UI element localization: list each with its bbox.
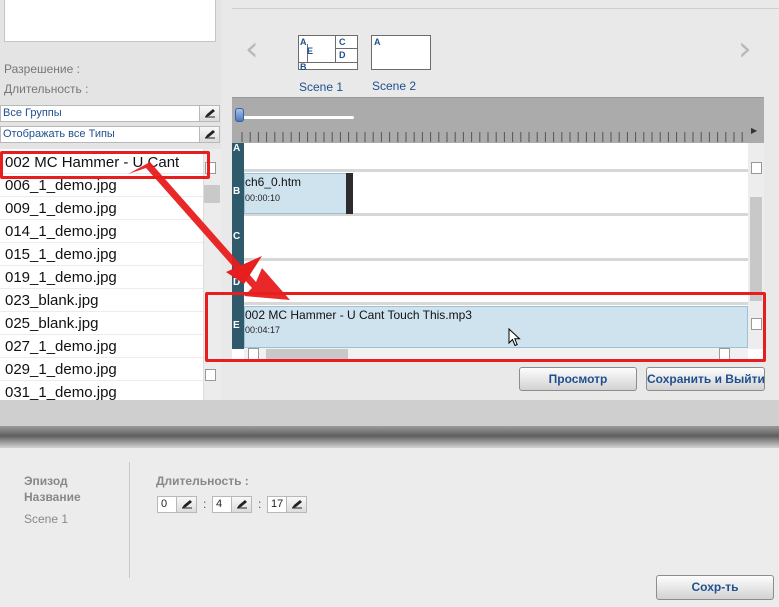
duration-seconds-input[interactable]: 17 <box>267 496 307 513</box>
minutes-edit-button[interactable] <box>231 497 251 512</box>
timeline-clip[interactable]: ch6_0.htm 00:00:10 <box>244 173 348 214</box>
seconds-edit-button[interactable] <box>286 497 306 512</box>
file-list-item[interactable]: 027_1_demo.jpg <box>0 335 203 358</box>
episode-label: Эпизод <box>24 474 68 488</box>
track-label: C <box>233 231 241 242</box>
file-list-item[interactable]: 023_blank.jpg <box>0 289 203 312</box>
pencil-icon <box>182 500 192 509</box>
clip-duration: 00:00:10 <box>245 193 281 203</box>
media-file-list[interactable]: 002 MC Hammer - U Cant 006_1_demo.jpg 00… <box>0 149 203 400</box>
preview-button[interactable]: Просмотр <box>519 367 637 391</box>
scene-2-label[interactable]: Scene 2 <box>372 79 416 93</box>
clip-title: ch6_0.htm <box>245 175 302 189</box>
layout-zone-label: D <box>339 50 346 60</box>
track-checkbox[interactable] <box>751 162 762 174</box>
type-filter-value: Отображать все Типы <box>3 128 115 140</box>
scene-name-value: Scene 1 <box>24 512 69 526</box>
zoom-slider-handle[interactable] <box>235 108 244 122</box>
time-separator: : <box>203 497 207 511</box>
group-filter-value: Все Группы <box>3 107 62 119</box>
pencil-icon <box>237 500 247 509</box>
file-select-checkbox[interactable] <box>205 369 216 381</box>
time-separator: : <box>258 497 262 511</box>
hours-edit-button[interactable] <box>176 497 196 512</box>
type-filter-edit-button[interactable] <box>199 127 219 142</box>
file-list-item[interactable]: 015_1_demo.jpg <box>0 243 203 266</box>
group-filter-edit-button[interactable] <box>199 106 219 121</box>
layout-zone-label: C <box>339 37 346 47</box>
track-divider <box>244 169 748 172</box>
duration-minutes-input[interactable]: 4 <box>212 496 252 513</box>
track-divider <box>244 258 748 261</box>
file-list-item[interactable]: 014_1_demo.jpg <box>0 220 203 243</box>
panel-gap <box>0 400 779 426</box>
save-button[interactable]: Сохр-ть <box>656 575 774 600</box>
divider <box>232 8 779 9</box>
scene-1-label[interactable]: Scene 1 <box>299 80 343 94</box>
file-list-item[interactable]: 025_blank.jpg <box>0 312 203 335</box>
media-preview-area <box>4 0 216 42</box>
track-label: A <box>233 143 241 154</box>
zoom-slider-track[interactable] <box>240 116 354 119</box>
play-marker-icon: ▶ <box>751 126 758 135</box>
scene-duration-label: Длительность : <box>156 474 249 488</box>
scene-1-thumbnail[interactable]: A C E D B <box>298 35 358 72</box>
annotation-highlight-target <box>205 292 766 362</box>
group-filter-select[interactable]: Все Группы <box>0 105 220 122</box>
duration-label: Длительность : <box>4 82 89 96</box>
file-list-item[interactable]: 009_1_demo.jpg <box>0 197 203 220</box>
save-and-exit-button[interactable]: Сохранить и Выйти <box>646 367 765 391</box>
chevron-left-icon[interactable]: ‹ <box>245 32 259 66</box>
divider <box>129 462 130 578</box>
resolution-label: Разрешение : <box>4 62 80 76</box>
file-list-item[interactable]: 029_1_demo.jpg <box>0 358 203 381</box>
duration-hours-input[interactable]: 0 <box>157 496 197 513</box>
chevron-right-icon[interactable]: › <box>738 32 752 66</box>
layout-zone-label: B <box>300 62 307 72</box>
pencil-icon <box>205 109 215 118</box>
seconds-value: 17 <box>271 498 284 510</box>
track-label: B <box>233 186 241 197</box>
timeline-ticks <box>241 132 743 142</box>
file-list-item[interactable]: 031_1_demo.jpg <box>0 381 203 400</box>
clip-resize-handle[interactable] <box>346 173 353 214</box>
hours-value: 0 <box>161 498 168 510</box>
timeline-vertical-scroll-thumb[interactable] <box>750 197 762 301</box>
layout-zone-label: A <box>374 37 381 47</box>
name-label: Название <box>24 490 81 504</box>
layout-zone-label: E <box>307 46 314 56</box>
scene-2-thumbnail[interactable]: A <box>371 35 431 70</box>
pencil-icon <box>205 130 215 139</box>
annotation-highlight-source <box>0 151 210 179</box>
minutes-value: 4 <box>216 498 223 510</box>
file-list-scroll-thumb[interactable] <box>204 185 220 203</box>
type-filter-select[interactable]: Отображать все Типы <box>0 126 220 143</box>
panel-divider-bar[interactable] <box>0 426 779 448</box>
track-label: D <box>233 277 241 288</box>
pencil-icon <box>292 500 302 509</box>
layout-zone-label: A <box>300 37 307 47</box>
file-list-item[interactable]: 019_1_demo.jpg <box>0 266 203 289</box>
